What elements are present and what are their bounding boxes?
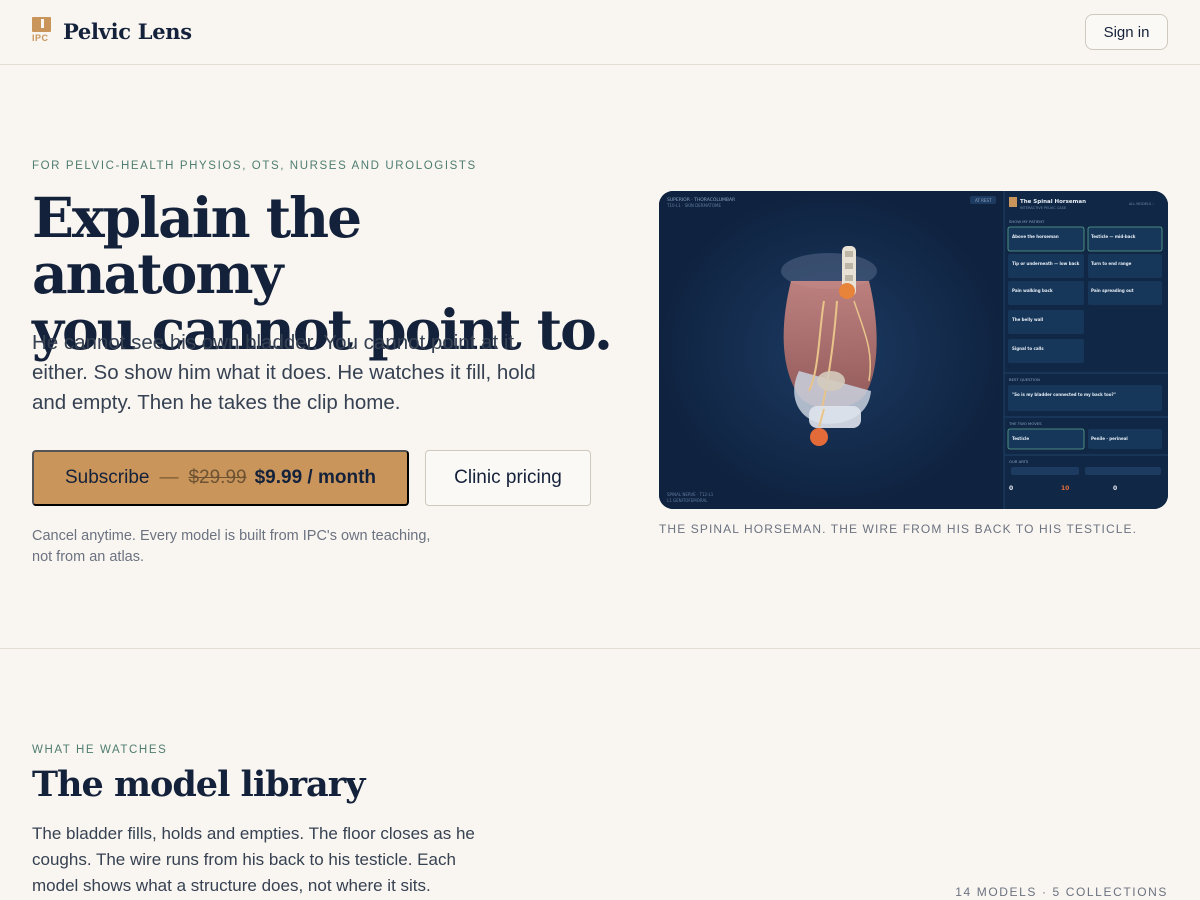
ipc-logo-icon: IPC [32, 17, 52, 45]
svg-text:AT REST: AT REST [975, 198, 992, 203]
brand-name: Pelvic Lens [63, 18, 192, 44]
preview-card-7: The belly wall [1012, 317, 1044, 322]
old-price: $29.99 [188, 467, 247, 488]
svg-text:THE TWO MOVES: THE TWO MOVES [1008, 421, 1042, 426]
preview-card-1: Above the horseman [1012, 234, 1059, 239]
preview-caption: THE SPINAL HORSEMAN. THE WIRE FROM HIS B… [659, 522, 1138, 536]
preview-card-8: Signal to calls [1012, 346, 1044, 351]
app-preview-screenshot: SUPERIOR · THORACOLUMBAR T10-L1 · SKIN D… [659, 191, 1168, 509]
preview-stat-1: 0 [1009, 485, 1013, 492]
svg-text:L1 GENITOFEMORAL: L1 GENITOFEMORAL [667, 498, 708, 503]
preview-card-6: Pain spreading out [1091, 288, 1134, 293]
svg-text:ALL MODELS ›: ALL MODELS › [1129, 202, 1154, 206]
preview-stat-2: 10 [1061, 485, 1069, 492]
preview-illustration: SUPERIOR · THORACOLUMBAR T10-L1 · SKIN D… [659, 191, 1168, 509]
svg-text:BEST QUESTION: BEST QUESTION [1009, 377, 1040, 382]
library-title: The model library [32, 764, 366, 805]
cancel-note: Cancel anytime. Every model is built fro… [32, 528, 431, 565]
sign-in-button[interactable]: Sign in [1085, 14, 1168, 50]
section-divider [0, 648, 1200, 649]
svg-text:SPINAL NERVE · T12-L1: SPINAL NERVE · T12-L1 [667, 492, 714, 497]
library-eyebrow: WHAT HE WATCHES [32, 744, 168, 756]
svg-text:SHOW MY PATIENT: SHOW MY PATIENT [1009, 219, 1045, 224]
svg-text:OUR ARTS: OUR ARTS [1009, 459, 1029, 464]
library-count: 14 MODELS · 5 COLLECTIONS [955, 885, 1168, 899]
subscribe-button[interactable]: Subscribe — $29.99 $9.99 / month [32, 450, 409, 506]
preview-pair-left: Testicle [1012, 436, 1029, 441]
new-price: $9.99 / month [254, 467, 377, 488]
preview-card-4: Turn to end range [1091, 261, 1132, 266]
preview-stat-3: 0 [1113, 485, 1117, 492]
top-nav: IPC Pelvic Lens Sign in [0, 0, 1200, 65]
preview-card-3: Tip or underneath — low back [1012, 261, 1080, 266]
preview-panel-title: The Spinal Horseman [1020, 199, 1086, 205]
hero-subtitle: He cannot see his own bladder. You canno… [32, 331, 536, 414]
library-description: The bladder fills, holds and empties. Th… [32, 824, 475, 895]
preview-panel-subtitle: INTERACTIVE PELVIC CASE [1020, 206, 1066, 210]
svg-text:T10-L1 · SKIN DERMATOME: T10-L1 · SKIN DERMATOME [666, 203, 721, 208]
preview-card-2: Testicle — mid-back [1091, 234, 1136, 239]
hero-title-line-1: Explain the anatomy [32, 185, 362, 306]
preview-question: "So is my bladder connected to my back t… [1012, 392, 1116, 397]
hero-eyebrow: FOR PELVIC-HEALTH PHYSIOS, OTS, NURSES A… [32, 160, 477, 172]
preview-card-5: Pain walking back [1012, 288, 1053, 293]
subscribe-label: Subscribe [64, 467, 150, 488]
preview-pair-right: Penile · perineal [1091, 436, 1128, 441]
clinic-pricing-button[interactable]: Clinic pricing [425, 450, 591, 506]
price-separator: — [159, 467, 179, 488]
logo[interactable]: IPC Pelvic Lens [32, 17, 192, 45]
